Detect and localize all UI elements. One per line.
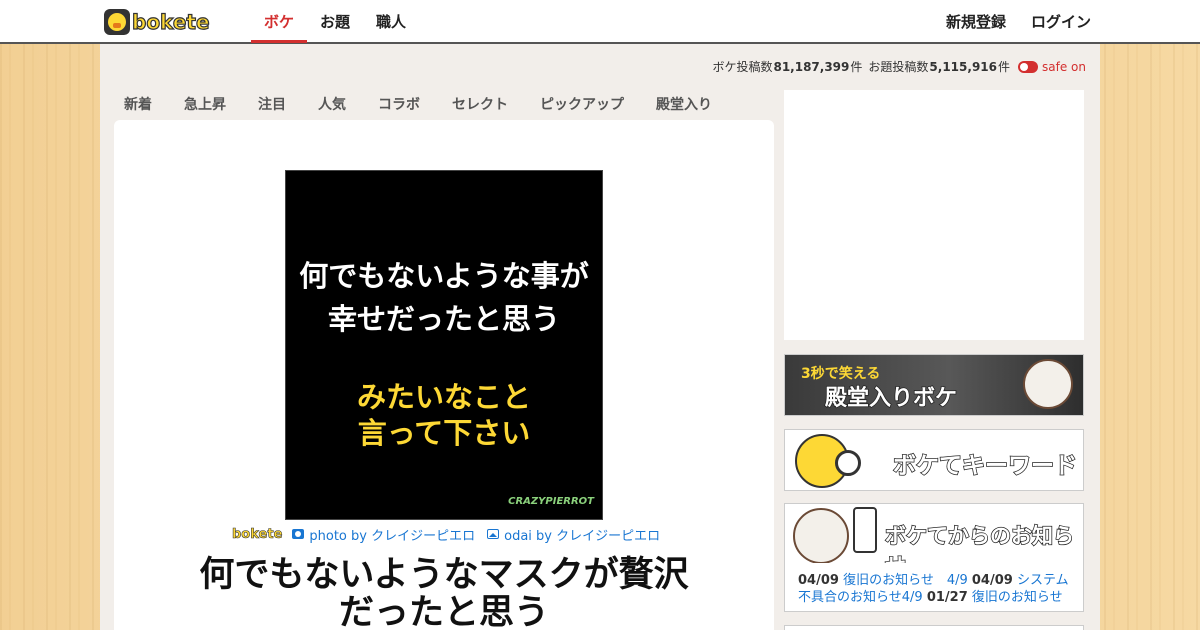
photo-credits: bokete photo by クレイジーピエロ odai by クレイジーピエ… [232,522,660,546]
boke-text[interactable]: 何でもないようなマスクが贅沢だったと思う [184,556,704,630]
login-link[interactable]: ログイン [1031,0,1091,44]
news-date: 04/09 [798,573,839,588]
tab-new[interactable]: 新着 [114,90,162,120]
tab-popular[interactable]: 人気 [308,90,356,120]
logo-mascot-icon [104,9,130,35]
ad-slot [784,90,1084,340]
post-stats: ボケ投稿数 81,187,399 件 お題投稿数 5,115,916 件 saf… [712,58,1086,75]
boke-count-label: ボケ投稿数 [712,60,773,74]
image-icon [487,529,500,539]
keyword-banner[interactable]: ボケてキーワード [784,429,1084,491]
safe-mode-label[interactable]: safe on [1042,60,1086,74]
site-header: bokete ボケ お題 職人 新規登録 ログイン [0,0,1200,44]
tab-featured[interactable]: 注目 [248,90,296,120]
boke-count-unit: 件 [850,60,863,74]
photo-watermark: CRAZYPIERROT [508,496,594,507]
boke-count: 81,187,399 [773,59,850,74]
odai-count-label: お題投稿数 [868,60,929,74]
nav-odai[interactable]: お題 [315,0,355,43]
logo-text: bokete [131,9,210,34]
tab-collab[interactable]: コラボ [368,90,430,120]
odai-photo[interactable]: 何でもないような事が 幸せだったと思う みたいなこと 言って下さい CRAZYP… [285,170,603,520]
keyword-banner-title: ボケてキーワード [892,452,1078,480]
tab-hall-of-fame[interactable]: 殿堂入り [646,90,722,120]
magnifier-icon [835,450,861,476]
news-banner[interactable]: ボケてからのお知らせ [784,503,1084,563]
photo-credit-link[interactable]: photo by クレイジーピエロ [309,525,475,544]
safe-mode-toggle[interactable] [1018,60,1039,73]
sidebar-next-box [784,625,1084,630]
odai-count: 5,115,916 [929,59,997,74]
photo-text-line: 言って下さい [357,416,531,450]
news-date: 01/27 [926,590,968,605]
news-banner-title: ボケてからのお知らせ [884,523,1075,563]
sort-tabs: 新着 急上昇 注目 人気 コラボ セレクト ピックアップ 殿堂入り [114,90,722,120]
nav-shokunin[interactable]: 職人 [371,0,411,43]
mascot-icon [793,508,849,563]
photo-text-line: 幸せだったと思う [327,302,560,336]
bokete-small-logo: bokete [232,526,283,542]
tab-select[interactable]: セレクト [442,90,518,120]
odai-count-unit: 件 [998,60,1011,74]
nav-boke[interactable]: ボケ [251,0,307,43]
tab-pickup[interactable]: ピックアップ [530,90,634,120]
hall-of-fame-banner[interactable]: 3秒で笑える 殿堂入りボケ [784,354,1084,416]
news-date: 04/09 [971,573,1013,588]
signup-link[interactable]: 新規登録 [946,0,1006,44]
hall-banner-title: 殿堂入りボケ [824,385,958,412]
odai-credit-link[interactable]: odai by クレイジーピエロ [504,525,660,544]
bokete-logo[interactable]: bokete [104,8,230,36]
smartphone-icon [853,507,877,553]
news-item-link[interactable]: 復旧のお知らせ 4/9 [843,573,968,588]
mascot-icon [1023,359,1073,409]
camera-icon [292,529,305,539]
news-item-link[interactable]: 復旧のお知らせ [972,590,1063,605]
news-list: 04/09 復旧のお知らせ 4/9 04/09 システム不具合のお知らせ4/9 … [784,563,1084,612]
tab-rising[interactable]: 急上昇 [174,90,236,120]
boke-card: 何でもないような事が 幸せだったと思う みたいなこと 言って下さい CRAZYP… [114,120,774,630]
photo-text-line: 何でもないような事が [299,259,589,293]
